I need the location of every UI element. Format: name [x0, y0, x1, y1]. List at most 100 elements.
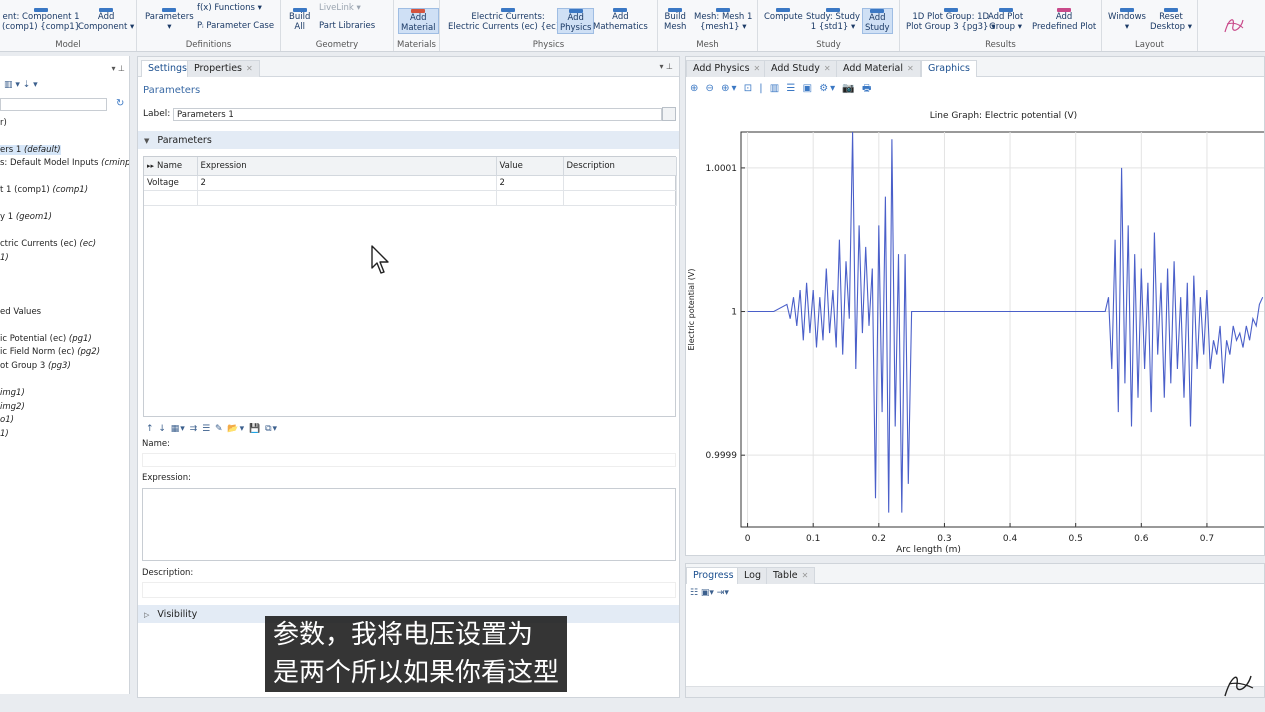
plot-group-selector-button[interactable]: 1D Plot Group: 1D Plot Group 3 {pg3} ▾ [906, 8, 995, 32]
livelink-button[interactable]: LiveLink ▾ [319, 3, 361, 14]
page-title: Parameters [143, 85, 201, 96]
tree-item[interactable]: s: Default Model Inputs (cminpt) [0, 158, 129, 168]
cell-name[interactable]: Voltage [144, 175, 198, 191]
progress-toolbar[interactable]: ☷ ▣▾ ⇥▾ [690, 588, 729, 598]
tree-item[interactable]: img1) [0, 388, 25, 398]
y-tick-label: 1.0001 [706, 164, 738, 174]
close-icon[interactable]: ✕ [246, 64, 253, 73]
parameters-table[interactable]: ▸▸ Name Expression Value Description Volt… [143, 156, 677, 417]
cell-value: 2 [496, 175, 564, 191]
table-row[interactable]: Voltage 2 2 [144, 175, 677, 191]
ribbon-group-definitions: Parameters ▾ f(x) Functions ▾ Pᵢ Paramet… [137, 0, 281, 51]
tree-item[interactable]: y 1 (geom1) [0, 212, 52, 222]
tab-properties[interactable]: Properties ✕ [187, 60, 260, 77]
tree-search-input[interactable] [0, 98, 107, 111]
tree-item[interactable]: ed Values [0, 307, 41, 317]
tree-item[interactable]: o1) [0, 415, 14, 425]
compute-button[interactable]: Compute [764, 8, 803, 23]
build-mesh-button[interactable]: Build Mesh [664, 8, 686, 32]
cell-name[interactable] [144, 190, 198, 206]
add-mathematics-button[interactable]: Add Mathematics [593, 8, 648, 32]
column-header-expression[interactable]: Expression [197, 157, 497, 176]
x-tick-label: 0.7 [1200, 534, 1214, 544]
close-icon[interactable]: ✕ [802, 571, 809, 580]
tree-toolbar[interactable]: ▥ ▾ ⇣ ▾ [4, 80, 38, 90]
mouse-cursor-icon [371, 245, 389, 274]
parameters-button[interactable]: Parameters ▾ [145, 8, 194, 32]
functions-button[interactable]: f(x) Functions ▾ [197, 3, 262, 14]
ribbon-group-materials: Add Material Materials [394, 0, 440, 51]
component-button[interactable]: ent: Component 1 (comp1) {comp1} [2, 8, 80, 32]
expand-icon: ▷ [144, 611, 150, 619]
tree-item[interactable]: ctric Currents (ec) (ec) [0, 239, 96, 249]
x-tick-label: 0.4 [1003, 534, 1018, 544]
electric-currents-button[interactable]: Electric Currents: Electric Currents (ec… [448, 8, 568, 32]
reset-desktop-button[interactable]: Reset Desktop ▾ [1150, 8, 1192, 32]
tree-item[interactable]: ic Field Norm (ec) (pg2) [0, 347, 100, 357]
settings-tabbar: Settings Properties ✕ ▾ ⊥ [138, 57, 679, 77]
tab-log[interactable]: Log [737, 567, 768, 584]
mesh-selector-button[interactable]: Mesh: Mesh 1 {mesh1} ▾ [694, 8, 752, 32]
table-row[interactable] [144, 190, 677, 206]
tree-item[interactable]: 1) [0, 429, 9, 439]
description-field[interactable] [142, 582, 676, 598]
x-tick-label: 0.5 [1069, 534, 1083, 544]
add-material-button[interactable]: Add Material [398, 8, 439, 34]
group-title-physics: Physics [532, 40, 565, 50]
add-component-button[interactable]: Add Component ▾ [78, 8, 134, 32]
label-caption: Label: [143, 109, 171, 119]
horizontal-scrollbar[interactable] [686, 686, 1264, 697]
add-study-button[interactable]: Add Study [862, 8, 893, 34]
column-header-description[interactable]: Description [563, 157, 677, 176]
ribbon-group-model: ent: Component 1 (comp1) {comp1} Add Com… [0, 0, 137, 51]
tab-progress[interactable]: Progress [686, 567, 741, 584]
tree-item[interactable]: ic Potential (ec) (pg1) [0, 334, 92, 344]
expression-caption: Expression: [142, 473, 192, 483]
tab-table[interactable]: Table ✕ [766, 567, 816, 584]
column-header-name[interactable]: ▸▸ Name [144, 157, 198, 176]
tree-item[interactable]: 1) [0, 253, 9, 263]
cell-description[interactable] [563, 175, 677, 191]
add-plot-group-button[interactable]: Add Plot Group ▾ [988, 8, 1023, 32]
y-axis-label: Electric potential (V) [687, 268, 696, 350]
group-title-geometry: Geometry [315, 40, 359, 50]
tree-item[interactable]: ers 1 (default) [0, 145, 61, 155]
expression-field[interactable] [142, 488, 676, 561]
section-parameters[interactable]: ▼ Parameters [138, 131, 679, 149]
part-libraries-button[interactable]: Part Libraries [319, 21, 375, 32]
cell-value [496, 190, 564, 206]
x-tick-label: 0 [745, 534, 751, 544]
y-tick-label: 0.9999 [706, 451, 738, 461]
line-graph[interactable]: Line Graph: Electric potential (V) 0 0.1 0.… [686, 57, 1265, 556]
add-predefined-plot-button[interactable]: Add Predefined Plot [1032, 8, 1096, 32]
table-toolbar[interactable]: ↑ ↓ ▦▾ ⇉ ☰ ✎ 📂▾ 💾 ⧉▾ [146, 424, 278, 434]
label-edit-icon[interactable] [662, 107, 676, 121]
parameter-case-button[interactable]: Pᵢ Parameter Case [197, 21, 274, 32]
logo-icon [1224, 19, 1244, 33]
study-selector-button[interactable]: Study: Study 1 {std1} ▾ [806, 8, 860, 32]
model-builder-tree: ▾ ⊥ ▥ ▾ ⇣ ▾ ↻ r) ers 1 (default) s: Defaul… [0, 56, 130, 694]
tree-item[interactable]: ot Group 3 (pg3) [0, 361, 71, 371]
cell-expression[interactable] [197, 190, 497, 206]
pin-icon[interactable]: ▾ ⊥ [111, 64, 125, 73]
tree-item[interactable]: img2) [0, 402, 25, 412]
cell-expression[interactable]: 2 [197, 175, 497, 191]
name-field[interactable] [142, 453, 676, 467]
cell-description[interactable] [563, 190, 677, 206]
group-title-results: Results [985, 40, 1016, 50]
tree-item[interactable]: t 1 (comp1) (comp1) [0, 185, 88, 195]
column-header-value[interactable]: Value [496, 157, 564, 176]
description-caption: Description: [142, 568, 194, 578]
windows-button[interactable]: Windows ▾ [1108, 8, 1146, 32]
add-physics-button[interactable]: Add Physics [557, 8, 595, 34]
ribbon-toolbar: ent: Component 1 (comp1) {comp1} Add Com… [0, 0, 1265, 52]
build-all-button[interactable]: Build All [289, 8, 310, 32]
panel-menu-icon[interactable]: ▾ ⊥ [659, 62, 673, 71]
name-caption: Name: [142, 439, 170, 449]
status-bar [0, 698, 1265, 712]
ribbon-group-results: 1D Plot Group: 1D Plot Group 3 {pg3} ▾ A… [900, 0, 1102, 51]
tree-item[interactable]: r) [0, 118, 7, 128]
progress-panel: Progress Log Table ✕ ☷ ▣▾ ⇥▾ [685, 563, 1265, 698]
label-field[interactable]: Parameters 1 [173, 108, 662, 121]
refresh-icon[interactable]: ↻ [116, 98, 124, 109]
